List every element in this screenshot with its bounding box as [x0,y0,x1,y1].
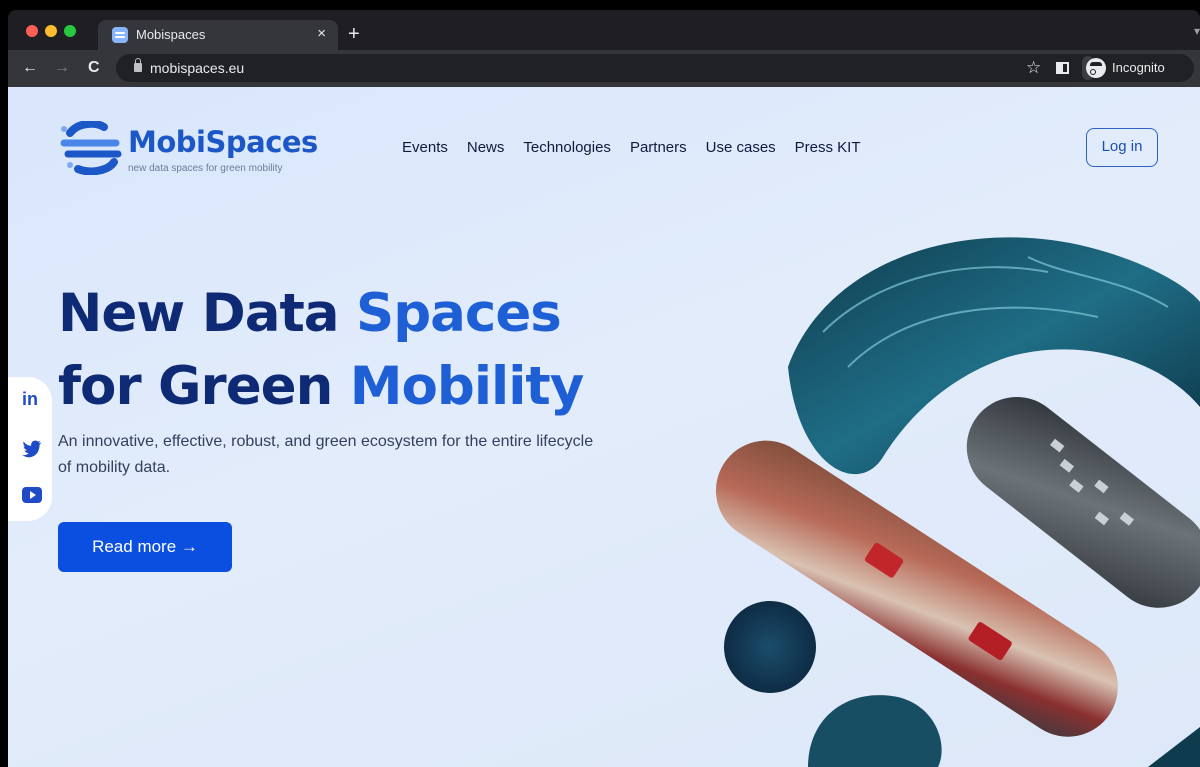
web-page: MobiSpaces new data spaces for green mob… [8,87,1200,767]
read-more-button[interactable]: Read more → [58,522,232,572]
favicon-icon [112,27,128,43]
tab-title: Mobispaces [136,27,206,42]
minimize-window-button[interactable] [45,25,57,37]
logo-text: MobiSpaces [128,125,318,159]
social-bar: in [8,377,52,521]
tab-search-icon[interactable]: ▾ [1194,24,1200,38]
nav-technologies[interactable]: Technologies [523,139,611,156]
login-button[interactable]: Log in [1086,128,1158,167]
incognito-badge[interactable]: Incognito [1082,56,1165,80]
hero-title-part: Spaces [356,283,562,344]
hero-title-part: for Green [58,356,350,417]
site-logo[interactable]: MobiSpaces new data spaces for green mob… [58,117,328,179]
browser-window: Mobispaces × + ▾ ← → C mobispaces.eu ☆ I… [0,0,1200,767]
linkedin-icon[interactable]: in [22,389,42,409]
incognito-icon [1086,58,1106,78]
nav-events[interactable]: Events [402,139,448,156]
hero-subtitle: An innovative, effective, robust, and gr… [58,433,594,476]
nav-press-kit[interactable]: Press KIT [795,139,861,156]
browser-tab[interactable]: Mobispaces × [98,20,338,50]
forward-button[interactable]: → [54,58,70,78]
new-tab-button[interactable]: + [348,22,360,46]
nav-news[interactable]: News [467,139,505,156]
address-bar[interactable]: mobispaces.eu ☆ Incognito [116,54,1194,82]
youtube-icon[interactable] [22,487,42,503]
hero-title-part: Mobility [349,356,584,417]
nav-partners[interactable]: Partners [630,139,687,156]
hero-illustration [715,237,1200,767]
close-window-button[interactable] [26,25,38,37]
hero-title: New Data Spaces for Green Mobility [58,277,584,423]
bookmark-star-icon[interactable]: ☆ [1026,58,1041,78]
main-nav: Events News Technologies Partners Use ca… [402,139,861,156]
incognito-label: Incognito [1112,60,1165,75]
logo-mark-icon [60,121,122,175]
browser-toolbar: ← → C mobispaces.eu ☆ Incognito [8,50,1200,87]
side-panel-icon[interactable] [1056,62,1069,74]
hero-title-part: New Data [58,283,357,344]
maximize-window-button[interactable] [64,25,76,37]
logo-tagline: new data spaces for green mobility [128,163,283,174]
close-tab-icon[interactable]: × [317,25,326,42]
reload-button[interactable]: C [88,58,100,78]
nav-use-cases[interactable]: Use cases [706,139,776,156]
back-button[interactable]: ← [22,58,38,78]
lock-icon[interactable] [134,58,142,72]
twitter-icon[interactable] [22,439,42,459]
url-text[interactable]: mobispaces.eu [150,60,244,76]
